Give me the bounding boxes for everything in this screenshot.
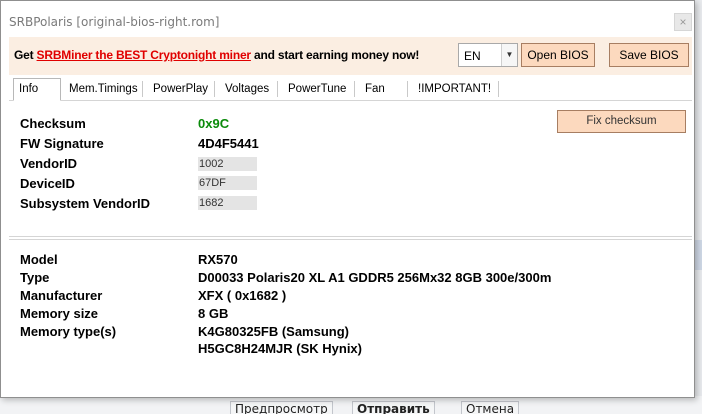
bios-info-panel: Checksum 0x9C FW Signature 4D4F5441 Vend… bbox=[9, 103, 692, 237]
background-preview-button[interactable]: Предпросмотр bbox=[230, 401, 333, 414]
tab-important[interactable]: !IMPORTANT! bbox=[418, 79, 491, 101]
tab-separator bbox=[277, 81, 278, 97]
memory-size-value: 8 GB bbox=[198, 306, 229, 321]
tab-separator bbox=[498, 81, 499, 97]
save-bios-button[interactable]: Save BIOS bbox=[609, 43, 689, 67]
tab-separator bbox=[407, 81, 408, 97]
language-select[interactable]: EN ▼ bbox=[458, 43, 518, 67]
memory-size-label: Memory size bbox=[20, 306, 99, 321]
tab-voltages[interactable]: Voltages bbox=[225, 79, 269, 101]
manufacturer-label: Manufacturer bbox=[20, 288, 103, 303]
fw-signature-label: FW Signature bbox=[20, 136, 104, 151]
memory-type-value: K4G80325FB (Samsung) bbox=[198, 324, 349, 339]
promo-banner: Get SRBMiner the BEST Cryptonight miner … bbox=[9, 37, 692, 75]
memory-type-value: H5GC8H24MJR (SK Hynix) bbox=[198, 341, 362, 356]
promo-suffix: and start earning money now! bbox=[250, 48, 420, 62]
language-value: EN bbox=[464, 49, 481, 63]
srbpolaris-window: SRBPolaris [original-bios-right.rom] × G… bbox=[0, 0, 695, 398]
tab-bar: Info Mem.Timings PowerPlay Voltages Powe… bbox=[9, 77, 692, 101]
promo-text: Get SRBMiner the BEST Cryptonight miner … bbox=[14, 48, 419, 62]
background-page-footer bbox=[0, 396, 702, 414]
background-send-button[interactable]: Отправить bbox=[352, 401, 435, 414]
device-id-field[interactable]: 67DF bbox=[198, 176, 257, 190]
tab-separator bbox=[214, 81, 215, 97]
close-icon: × bbox=[679, 15, 687, 29]
checksum-value: 0x9C bbox=[198, 116, 230, 131]
tab-powerplay[interactable]: PowerPlay bbox=[153, 79, 208, 101]
fw-signature-value: 4D4F5441 bbox=[198, 136, 259, 151]
fix-checksum-button[interactable]: Fix checksum bbox=[557, 110, 686, 133]
model-label: Model bbox=[20, 252, 58, 267]
tab-separator bbox=[354, 81, 355, 97]
chevron-down-icon[interactable]: ▼ bbox=[501, 44, 517, 66]
vendor-id-field[interactable]: 1002 bbox=[198, 157, 257, 171]
tab-powertune[interactable]: PowerTune bbox=[288, 79, 346, 101]
tab-info[interactable]: Info bbox=[13, 78, 61, 101]
open-bios-button[interactable]: Open BIOS bbox=[521, 43, 595, 67]
subsystem-vendor-id-label: Subsystem VendorID bbox=[20, 196, 151, 211]
subsystem-vendor-id-field[interactable]: 1682 bbox=[198, 196, 257, 210]
vendor-id-label: VendorID bbox=[20, 156, 78, 171]
tab-separator bbox=[142, 81, 143, 97]
promo-link[interactable]: SRBMiner the BEST Cryptonight miner bbox=[37, 48, 252, 62]
tab-mem-timings[interactable]: Mem.Timings bbox=[69, 79, 138, 101]
background-cancel-button[interactable]: Отмена bbox=[461, 401, 520, 414]
window-title: SRBPolaris [original-bios-right.rom] bbox=[9, 15, 220, 29]
promo-prefix: Get bbox=[14, 48, 37, 62]
memory-types-label: Memory type(s) bbox=[20, 324, 117, 339]
title-bar[interactable]: SRBPolaris [original-bios-right.rom] × bbox=[1, 1, 694, 37]
type-value: D00033 Polaris20 XL A1 GDDR5 256Mx32 8GB… bbox=[198, 270, 552, 285]
manufacturer-value: XFX ( 0x1682 ) bbox=[198, 288, 287, 303]
gpu-details-panel: Model RX570 Type D00033 Polaris20 XL A1 … bbox=[9, 239, 692, 393]
checksum-label: Checksum bbox=[20, 116, 86, 131]
tab-fan[interactable]: Fan bbox=[365, 79, 385, 101]
type-label: Type bbox=[20, 270, 50, 285]
device-id-label: DeviceID bbox=[20, 176, 75, 191]
model-value: RX570 bbox=[198, 252, 238, 267]
close-button[interactable]: × bbox=[674, 13, 692, 31]
